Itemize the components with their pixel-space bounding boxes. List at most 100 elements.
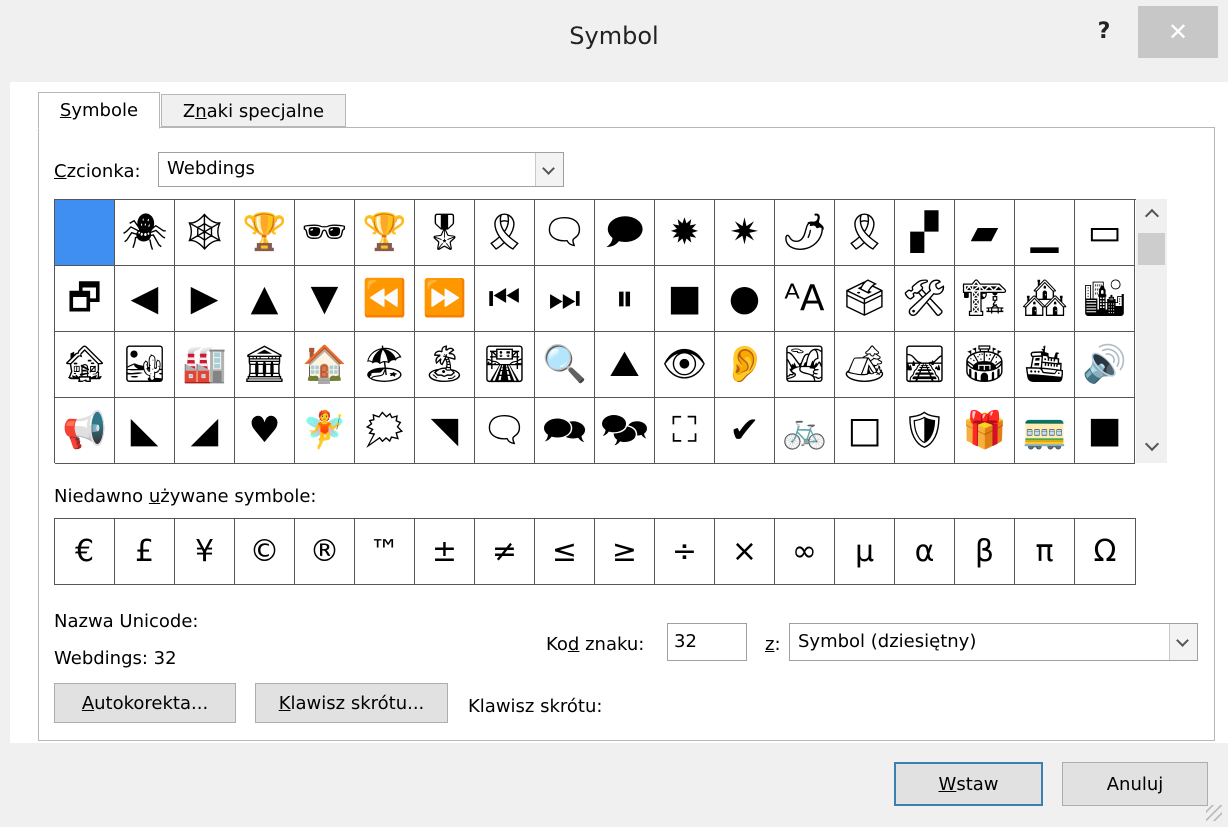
scroll-up-icon[interactable] bbox=[1136, 199, 1167, 229]
symbol-cell[interactable]: ▰ bbox=[955, 200, 1015, 266]
tab-special-characters[interactable]: Znaki specjalne bbox=[161, 94, 346, 127]
char-code-input[interactable]: 32 bbox=[667, 623, 747, 661]
recent-symbol-cell[interactable]: β bbox=[955, 519, 1015, 584]
cancel-button[interactable]: Anuluj bbox=[1062, 762, 1208, 806]
symbol-cell[interactable]: 🏚 bbox=[55, 332, 115, 398]
symbol-cell[interactable]: 🕸 bbox=[175, 200, 235, 266]
symbol-cell[interactable]: 🚲 bbox=[775, 398, 835, 464]
symbol-cell[interactable]: 🚃 bbox=[1015, 398, 1075, 464]
symbol-cell[interactable]: ⛶ bbox=[655, 398, 715, 464]
recent-symbol-cell[interactable]: ≠ bbox=[475, 519, 535, 584]
help-button[interactable]: ? bbox=[1091, 19, 1117, 49]
symbol-cell[interactable]: 🔍 bbox=[535, 332, 595, 398]
symbol-cell[interactable]: ◣ bbox=[115, 398, 175, 464]
symbol-cell[interactable]: ♥ bbox=[235, 398, 295, 464]
symbol-cell[interactable]: ⏭ bbox=[535, 266, 595, 332]
symbol-cell[interactable]: ▶ bbox=[175, 266, 235, 332]
recent-symbol-cell[interactable]: ® bbox=[295, 519, 355, 584]
symbol-cell[interactable]: 🕶 bbox=[295, 200, 355, 266]
symbol-cell[interactable]: 📢 bbox=[55, 398, 115, 464]
recent-symbol-cell[interactable]: £ bbox=[115, 519, 175, 584]
symbol-cell[interactable]: ◀ bbox=[115, 266, 175, 332]
symbol-cell[interactable]: 🏛 bbox=[235, 332, 295, 398]
shortcut-key-button[interactable]: Klawisz skrótu... bbox=[255, 683, 448, 723]
symbol-cell[interactable]: ᴬA bbox=[775, 266, 835, 332]
recent-symbol-cell[interactable]: © bbox=[235, 519, 295, 584]
symbol-cell[interactable]: 🌶 bbox=[775, 200, 835, 266]
symbol-grid[interactable]: 🕷 🕸 🏆 🕶 🏆 🎖 🎗 🗨 🗩 ✹ ✷ 🌶 🎗 ▞ ▰ ▁ ▭ 🗗 ◀ ▶ ▲ ▼ ⏪ ⏩ ⏮ ⏭ ⏸ ■ ● ᴬA 🗳 🛠 🏗 🏘 🏙 🏚 🏜 🏭 🏛… bbox=[54, 199, 1136, 464]
symbol-cell[interactable]: 🏙 bbox=[1075, 266, 1135, 332]
resize-grip-icon[interactable] bbox=[1206, 805, 1222, 821]
symbol-cell[interactable]: 🏆 bbox=[355, 200, 415, 266]
scroll-thumb[interactable] bbox=[1138, 233, 1165, 265]
symbol-cell[interactable]: ⏮ bbox=[475, 266, 535, 332]
font-select[interactable]: Webdings bbox=[158, 152, 564, 187]
symbol-cell[interactable]: ▲ bbox=[235, 266, 295, 332]
symbol-cell[interactable]: 🏟 bbox=[955, 332, 1015, 398]
tab-symbols[interactable]: Symbole bbox=[38, 92, 160, 129]
from-select[interactable]: Symbol (dziesiętny) bbox=[789, 623, 1198, 661]
symbol-cell[interactable]: 🎗 bbox=[835, 200, 895, 266]
symbol-cell[interactable]: 🎗 bbox=[475, 200, 535, 266]
recent-symbol-cell[interactable]: ∞ bbox=[775, 519, 835, 584]
symbol-cell[interactable]: ✔ bbox=[715, 398, 775, 464]
symbol-cell[interactable]: 👂 bbox=[715, 332, 775, 398]
symbol-cell[interactable]: ◢ bbox=[175, 398, 235, 464]
chevron-down-icon[interactable] bbox=[1169, 624, 1197, 660]
recent-symbol-cell[interactable]: ¥ bbox=[175, 519, 235, 584]
symbol-cell[interactable]: 🗪 bbox=[535, 398, 595, 464]
symbol-cell[interactable]: 🛣 bbox=[475, 332, 535, 398]
symbol-cell[interactable]: ● bbox=[715, 266, 775, 332]
symbol-cell[interactable]: 🏜 bbox=[115, 332, 175, 398]
recent-symbol-cell[interactable]: α bbox=[895, 519, 955, 584]
symbol-cell[interactable]: 🏗 bbox=[955, 266, 1015, 332]
symbol-cell[interactable]: ⏩ bbox=[415, 266, 475, 332]
symbol-cell[interactable]: ◥ bbox=[415, 398, 475, 464]
symbol-cell[interactable] bbox=[55, 200, 115, 266]
symbol-cell[interactable]: 🗳 bbox=[835, 266, 895, 332]
symbol-cell[interactable]: 🗨 bbox=[535, 200, 595, 266]
symbol-cell[interactable]: 🗨 bbox=[475, 398, 535, 464]
symbol-cell[interactable]: 🔊 bbox=[1075, 332, 1135, 398]
recent-symbol-cell[interactable]: × bbox=[715, 519, 775, 584]
recent-symbol-cell[interactable]: Ω bbox=[1075, 519, 1135, 584]
symbol-cell[interactable]: 👁 bbox=[655, 332, 715, 398]
recent-symbol-cell[interactable]: ÷ bbox=[655, 519, 715, 584]
symbol-cell[interactable]: ✹ bbox=[655, 200, 715, 266]
symbol-cell[interactable]: 🏆 bbox=[235, 200, 295, 266]
recent-symbol-cell[interactable]: ± bbox=[415, 519, 475, 584]
recent-symbols-grid[interactable]: € £ ¥ © ® ™ ± ≠ ≤ ≥ ÷ × ∞ μ α β π Ω bbox=[54, 518, 1136, 585]
symbol-cell[interactable]: 🛠 bbox=[895, 266, 955, 332]
symbol-cell[interactable]: 🎖 bbox=[415, 200, 475, 266]
recent-symbol-cell[interactable]: € bbox=[55, 519, 115, 584]
symbol-cell[interactable]: ▼ bbox=[295, 266, 355, 332]
symbol-cell[interactable]: 🗯 bbox=[355, 398, 415, 464]
symbol-cell[interactable]: 🎁 bbox=[955, 398, 1015, 464]
symbol-cell[interactable]: ■ bbox=[655, 266, 715, 332]
symbol-grid-scrollbar[interactable] bbox=[1136, 199, 1167, 463]
symbol-cell[interactable]: ▁ bbox=[1015, 200, 1075, 266]
symbol-cell[interactable]: 🛤 bbox=[895, 332, 955, 398]
recent-symbol-cell[interactable]: π bbox=[1015, 519, 1075, 584]
symbol-cell[interactable]: 🏘 bbox=[1015, 266, 1075, 332]
symbol-cell[interactable]: 🏕 bbox=[835, 332, 895, 398]
symbol-cell[interactable]: □ bbox=[835, 398, 895, 464]
symbol-cell[interactable]: 🗩 bbox=[595, 200, 655, 266]
symbol-cell[interactable]: 🏠 bbox=[295, 332, 355, 398]
symbol-cell[interactable]: ⏸ bbox=[595, 266, 655, 332]
scroll-down-icon[interactable] bbox=[1136, 433, 1167, 463]
symbol-cell[interactable]: ■ bbox=[1075, 398, 1135, 464]
symbol-cell[interactable]: 🛳 bbox=[1015, 332, 1075, 398]
symbol-cell[interactable]: 🧚 bbox=[295, 398, 355, 464]
insert-button[interactable]: Wstaw bbox=[894, 762, 1043, 806]
symbol-cell[interactable]: ✷ bbox=[715, 200, 775, 266]
symbol-cell[interactable]: 🛡 bbox=[895, 398, 955, 464]
symbol-cell[interactable]: ▞ bbox=[895, 200, 955, 266]
recent-symbol-cell[interactable]: μ bbox=[835, 519, 895, 584]
close-button[interactable]: ✕ bbox=[1138, 6, 1218, 58]
recent-symbol-cell[interactable]: ™ bbox=[355, 519, 415, 584]
symbol-cell[interactable]: 🗫 bbox=[595, 398, 655, 464]
symbol-cell[interactable]: ⛰ bbox=[595, 332, 655, 398]
symbol-cell[interactable]: 🕷 bbox=[115, 200, 175, 266]
symbol-cell[interactable]: ⏪ bbox=[355, 266, 415, 332]
